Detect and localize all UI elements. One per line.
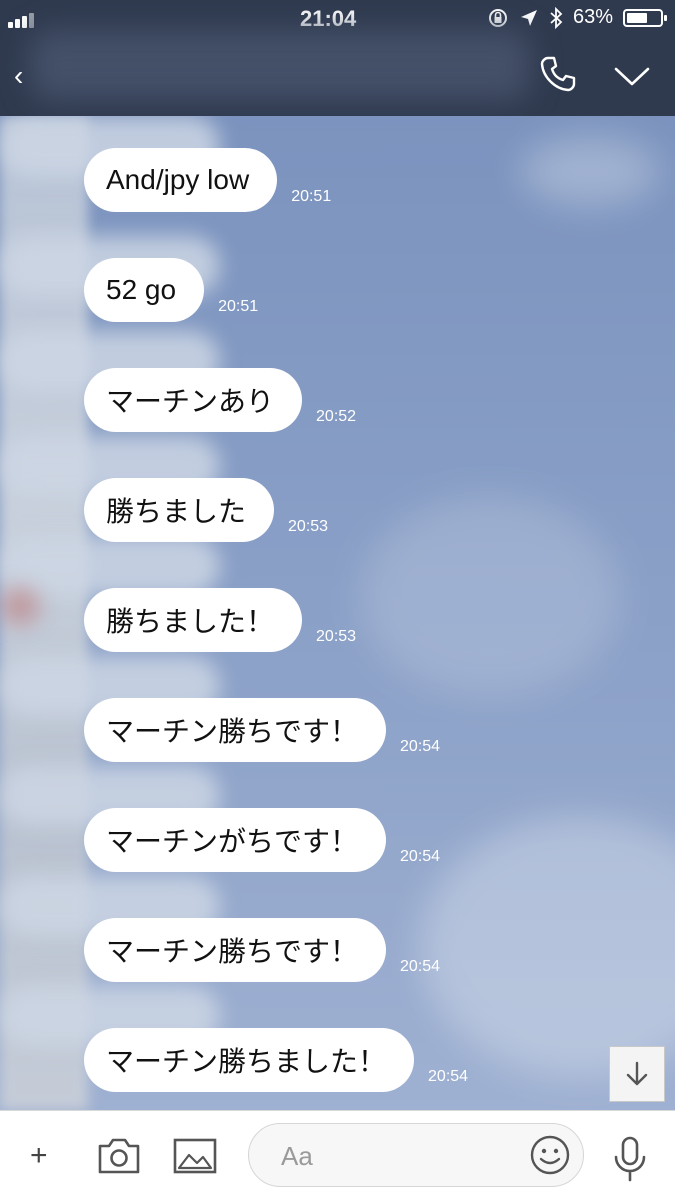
chat-header: 21:04 63% ‹: [0, 0, 675, 116]
message-row: マーチンがちです！ 20:54: [84, 808, 440, 872]
message-row: 勝ちました！ 20:53: [84, 588, 356, 652]
emoji-button[interactable]: [529, 1134, 571, 1176]
image-icon: [173, 1138, 217, 1174]
smiley-icon: [530, 1135, 570, 1175]
chat-title-blurred: [30, 30, 530, 100]
message-time: 20:54: [400, 958, 441, 975]
location-arrow-icon: [520, 9, 537, 26]
message-bubble[interactable]: マーチン勝ちました！: [84, 1028, 415, 1092]
message-row: マーチン勝ちです！ 20:54: [84, 698, 440, 762]
bluetooth-icon: [550, 6, 563, 29]
camera-button[interactable]: [96, 1136, 142, 1176]
battery-fill: [627, 12, 648, 23]
call-button[interactable]: [538, 54, 578, 94]
voice-input-button[interactable]: [608, 1135, 652, 1183]
message-input-placeholder: Aa: [281, 1141, 313, 1171]
blurred-avatar: [0, 536, 220, 596]
message-bubble[interactable]: And/jpy low: [84, 148, 278, 212]
battery-icon: [623, 8, 667, 27]
image-button[interactable]: [172, 1137, 218, 1175]
back-button[interactable]: ‹: [14, 60, 23, 92]
message-time: 20:51: [218, 298, 259, 315]
message-time: 20:54: [428, 1068, 469, 1085]
message-row: And/jpy low 20:51: [84, 148, 331, 212]
orientation-lock-icon: [488, 8, 507, 27]
message-row: マーチンあり 20:52: [84, 368, 356, 432]
message-row: マーチン勝ちました！ 20:54: [84, 1028, 468, 1092]
chevron-down-icon: [614, 67, 650, 86]
chat-area[interactable]: And/jpy low 20:51 52 go 20:51 マーチンあり 20:…: [0, 116, 675, 1110]
message-row: 勝ちました 20:53: [84, 478, 328, 542]
message-bubble[interactable]: マーチンがちです！: [84, 808, 387, 872]
message-time: 20:54: [400, 848, 441, 865]
message-input[interactable]: Aa: [248, 1123, 584, 1187]
scroll-to-bottom-button[interactable]: [609, 1046, 665, 1102]
blurred-avatar: [0, 586, 40, 626]
message-time: 20:54: [400, 738, 441, 755]
microphone-icon: [614, 1136, 646, 1182]
battery-percent: 63%: [572, 6, 613, 28]
message-bubble[interactable]: マーチン勝ちです！: [84, 698, 387, 762]
collapse-menu-button[interactable]: [610, 56, 654, 96]
signal-strength-icon: [8, 10, 44, 28]
status-right-group: 63%: [487, 6, 667, 29]
message-bubble[interactable]: マーチンあり: [84, 368, 303, 432]
message-bubble[interactable]: マーチン勝ちです！: [84, 918, 387, 982]
message-time: 20:53: [288, 518, 329, 535]
message-bubble[interactable]: 52 go: [84, 258, 205, 322]
background-cloud: [360, 496, 620, 696]
plus-button[interactable]: +: [30, 1141, 60, 1171]
message-input-bar: + Aa: [0, 1110, 675, 1200]
status-time: 21:04: [300, 6, 357, 31]
message-time: 20:53: [316, 628, 357, 645]
message-time: 20:52: [316, 408, 357, 425]
background-cloud: [520, 136, 660, 206]
message-time: 20:51: [291, 188, 332, 205]
message-bubble[interactable]: 勝ちました！: [84, 588, 303, 652]
phone-icon: [540, 56, 576, 92]
arrow-down-icon: [626, 1061, 648, 1086]
message-bubble[interactable]: 勝ちました: [84, 478, 275, 542]
message-row: 52 go 20:51: [84, 258, 258, 322]
camera-icon: [98, 1138, 140, 1174]
message-row: マーチン勝ちです！ 20:54: [84, 918, 440, 982]
